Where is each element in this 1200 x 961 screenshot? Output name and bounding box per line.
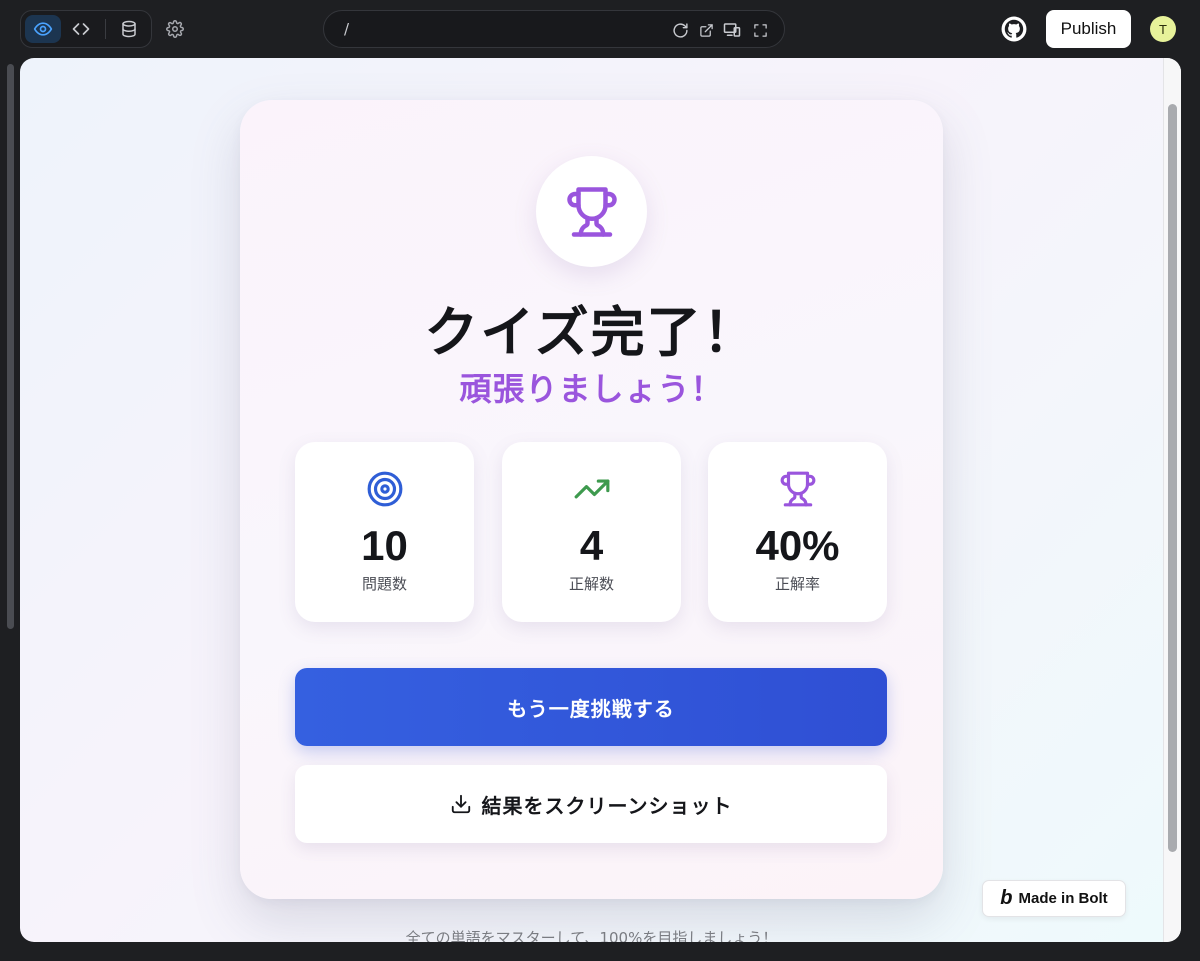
settings-button[interactable] (163, 17, 187, 41)
trophy-icon (566, 186, 617, 237)
view-mode-switcher (20, 10, 152, 48)
footer-hint: 全ての単語をマスターして、100%を目指しましょう！ (405, 929, 778, 942)
github-icon (1001, 16, 1027, 42)
code-mode-button[interactable] (63, 15, 99, 43)
encouragement-text: 頑張りましょう！ (459, 370, 724, 408)
open-new-tab-button[interactable] (696, 20, 716, 40)
url-path: / (344, 20, 350, 38)
stat-value: 40% (755, 522, 840, 569)
fullscreen-button[interactable] (750, 20, 770, 40)
stat-card-correct: 4 正解数 (502, 442, 681, 622)
stat-card-total: 10 問題数 (295, 442, 474, 622)
stat-label: 問題数 (361, 575, 407, 593)
github-button[interactable] (1001, 16, 1027, 42)
publish-button[interactable]: Publish (1046, 10, 1131, 48)
page-title: クイズ完了！ (424, 301, 759, 364)
retry-button[interactable]: もう一度挑戦する (295, 668, 887, 746)
trending-up-icon (574, 479, 609, 499)
reload-button[interactable] (670, 20, 690, 40)
stat-card-rate: 40% 正解率 (708, 442, 887, 622)
devices-icon (723, 23, 741, 37)
external-link-icon (699, 23, 713, 37)
stat-value: 4 (579, 522, 604, 569)
eye-icon (33, 22, 53, 36)
stat-value: 10 (361, 522, 408, 569)
bolt-logo-icon: b (1000, 887, 1013, 909)
code-icon (72, 23, 90, 35)
bolt-badge-label: Made in Bolt (1018, 890, 1108, 907)
url-bar[interactable]: / (323, 10, 785, 48)
device-preview-button[interactable] (722, 20, 742, 40)
retry-button-label: もう一度挑戦する (507, 696, 675, 721)
preview-scrollbar[interactable] (1163, 58, 1181, 942)
trophy-icon (780, 471, 815, 507)
screenshot-button[interactable]: 結果をスクリーンショット (295, 765, 887, 843)
left-scrollbar[interactable] (4, 60, 16, 940)
editor-toolbar: / Publish T (0, 0, 1200, 58)
left-scrollbar-thumb[interactable] (7, 64, 14, 629)
result-card: クイズ完了！ 頑張りましょう！ 10 問題数 4 正解数 40% 正解率 もう一… (240, 100, 943, 899)
toolbar-divider (105, 19, 106, 39)
target-icon (367, 471, 402, 507)
user-avatar[interactable]: T (1150, 16, 1176, 42)
download-icon (451, 794, 470, 814)
stat-label: 正解率 (774, 575, 820, 593)
app-preview: クイズ完了！ 頑張りましょう！ 10 問題数 4 正解数 40% 正解率 もう一… (20, 58, 1181, 942)
made-in-bolt-badge[interactable]: b Made in Bolt (982, 880, 1126, 917)
stat-label: 正解数 (568, 575, 614, 593)
fullscreen-icon (753, 23, 767, 37)
trophy-badge (536, 156, 647, 267)
screenshot-button-label: 結果をスクリーンショット (481, 793, 733, 818)
gear-icon (166, 20, 184, 38)
database-button[interactable] (111, 15, 147, 43)
preview-mode-button[interactable] (25, 15, 61, 43)
reload-icon (672, 22, 688, 38)
database-icon (122, 20, 136, 38)
preview-scrollbar-thumb[interactable] (1168, 104, 1177, 852)
